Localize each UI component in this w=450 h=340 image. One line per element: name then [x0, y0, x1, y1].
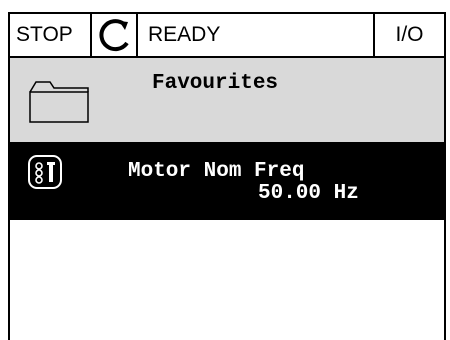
rotation-direction-indicator [92, 14, 138, 56]
menu-header: Favourites [10, 58, 444, 142]
run-state-indicator: STOP [10, 14, 92, 56]
run-state-label: STOP [16, 23, 73, 46]
parameter-name: Motor Nom Freq [128, 160, 305, 183]
readiness-indicator: READY [138, 14, 375, 56]
folder-icon [29, 81, 89, 123]
parameter-icon [28, 155, 62, 189]
favourites-list-item[interactable]: Motor Nom Freq 50.00 Hz [10, 142, 444, 220]
keypad-display: STOP READY I/O Favourites Motor Nom Freq… [8, 12, 446, 340]
readiness-label: READY [148, 23, 221, 46]
control-place-label: I/O [395, 23, 424, 46]
page-title: Favourites [152, 72, 279, 95]
status-bar: STOP READY I/O [10, 14, 444, 58]
parameter-value: 50.00 Hz [258, 182, 359, 205]
control-place-indicator: I/O [375, 14, 444, 56]
rotation-direction-icon [99, 19, 129, 52]
